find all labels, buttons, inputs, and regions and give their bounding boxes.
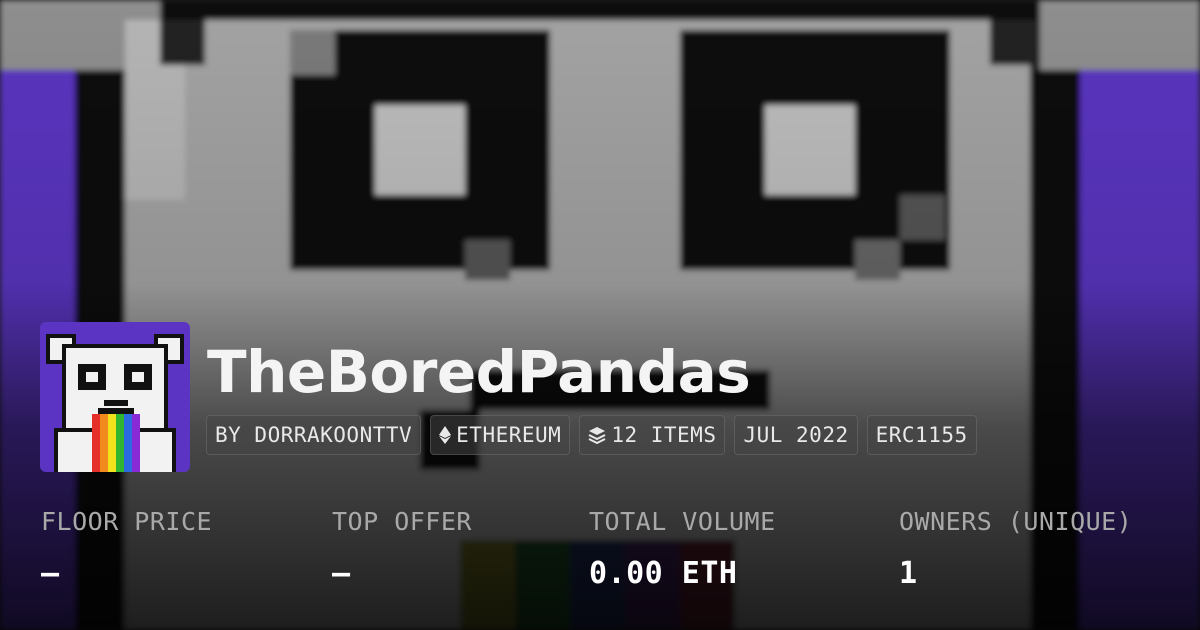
stat-top-offer: TOP OFFER – [332, 505, 472, 591]
standard-tag: ERC1155 [866, 415, 977, 455]
creator-tag-label: BY DORRAKOONTTV [215, 423, 413, 447]
stat-owners-value: 1 [899, 556, 918, 591]
standard-tag-label: ERC1155 [875, 423, 968, 447]
items-tag-label: 12 ITEMS [611, 423, 717, 447]
date-tag-label: JUL 2022 [743, 423, 849, 447]
layers-icon [588, 426, 606, 444]
creator-tag[interactable]: BY DORRAKOONTTV [206, 415, 422, 455]
stat-floor-price-value: – [41, 556, 60, 591]
date-tag: JUL 2022 [734, 415, 858, 455]
stat-total-volume: TOTAL VOLUME 0.00 ETH [589, 505, 776, 591]
stat-total-volume-value: 0.00 ETH [589, 556, 738, 591]
collection-tags: BY DORRAKOONTTV ETHEREUM 12 ITEMS JUL 20… [206, 415, 977, 455]
stat-top-offer-value: – [332, 556, 351, 591]
items-tag: 12 ITEMS [579, 415, 726, 455]
stat-total-volume-label: TOTAL VOLUME [589, 507, 776, 536]
stat-owners: OWNERS (UNIQUE) 1 [899, 505, 1132, 591]
stat-owners-label: OWNERS (UNIQUE) [899, 507, 1133, 536]
stat-top-offer-label: TOP OFFER [332, 507, 472, 536]
collection-title: TheBoredPandas [207, 338, 751, 406]
chain-tag: ETHEREUM [430, 415, 571, 455]
stat-floor-price: FLOOR PRICE – [41, 505, 212, 591]
chain-tag-label: ETHEREUM [456, 423, 562, 447]
collection-avatar [40, 322, 190, 472]
stat-floor-price-label: FLOOR PRICE [41, 507, 213, 536]
ethereum-icon [439, 426, 452, 444]
